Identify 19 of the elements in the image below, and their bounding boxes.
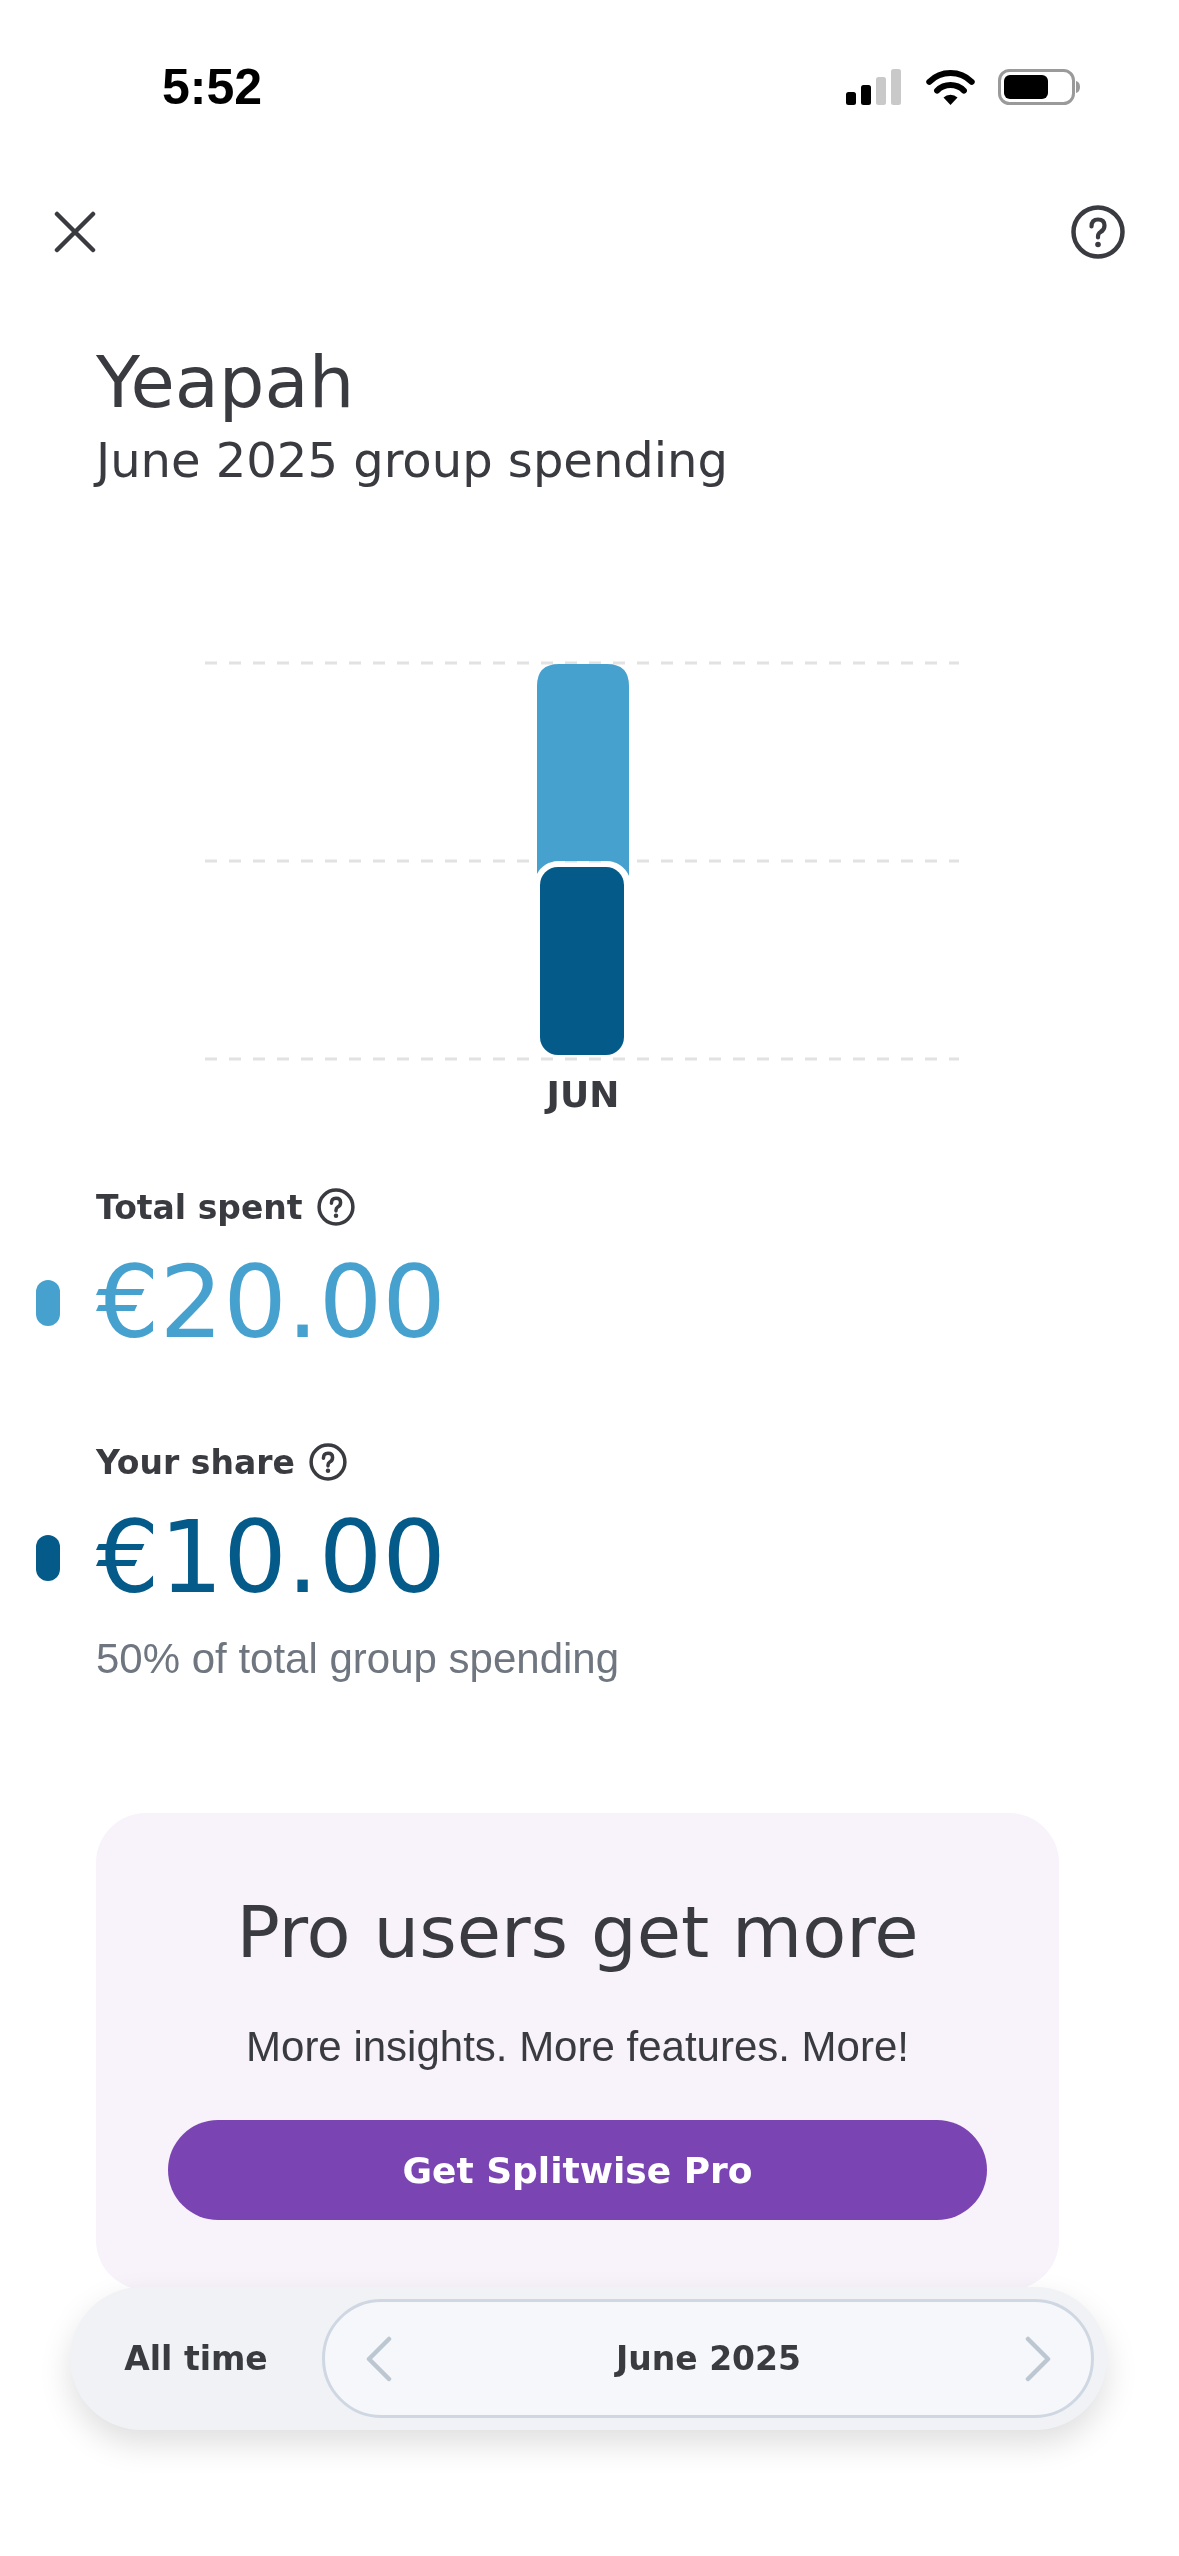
battery-icon xyxy=(998,69,1080,105)
share-note: 50% of total group spending xyxy=(96,1634,620,1684)
total-label: Your share xyxy=(96,1442,295,1482)
wifi-icon xyxy=(925,68,976,106)
help-icon[interactable] xyxy=(316,1188,355,1226)
status-time: 5:52 xyxy=(162,62,263,112)
help-icon[interactable] xyxy=(308,1443,347,1481)
period-option[interactable]: All time xyxy=(70,2299,322,2418)
help-icon[interactable] xyxy=(1071,205,1125,259)
axis-label: JUN xyxy=(546,1075,620,1115)
signal-icon xyxy=(846,69,901,105)
close-icon[interactable] xyxy=(54,211,96,253)
amount: €20.00 xyxy=(96,1248,446,1358)
amount: €10.00 xyxy=(96,1503,446,1613)
total-label: Total spent xyxy=(96,1187,303,1227)
promo-text: More insights. More features. More! xyxy=(246,2022,909,2072)
group-title: Yeapah xyxy=(96,340,356,424)
promo-title: Pro users get more xyxy=(236,1890,919,1974)
get-pro-button[interactable]: Get Splitwise Pro xyxy=(168,2120,987,2220)
